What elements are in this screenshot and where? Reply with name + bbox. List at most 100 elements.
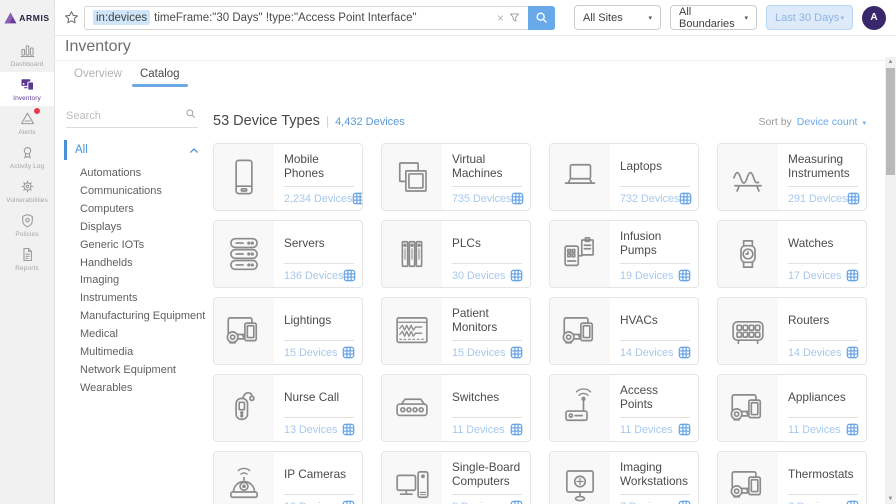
sidebar-item-dashboard[interactable]: Dashboard bbox=[0, 38, 54, 72]
scroll-up-arrow[interactable]: ▲ bbox=[885, 59, 896, 65]
chevron-up-icon[interactable] bbox=[189, 147, 199, 154]
grid-view-icon[interactable] bbox=[678, 500, 691, 504]
vertical-scrollbar[interactable]: ▲ ▼ bbox=[885, 57, 896, 504]
tab-overview[interactable]: Overview bbox=[65, 63, 131, 87]
sidebar-item-reports[interactable]: Reports bbox=[0, 242, 54, 276]
device-count[interactable]: 735 Devices bbox=[452, 193, 511, 205]
device-type-card-infusion-pumps[interactable]: Infusion Pumps 19 Devices bbox=[549, 220, 699, 288]
category-item-communications[interactable]: Communications bbox=[64, 183, 210, 201]
grid-view-icon[interactable] bbox=[847, 192, 860, 205]
armis-logo[interactable]: ARMIS bbox=[0, 0, 54, 36]
category-item-wearables[interactable]: Wearables bbox=[64, 380, 210, 398]
device-count[interactable]: 14 Devices bbox=[788, 347, 841, 359]
device-type-card-laptops[interactable]: Laptops 732 Devices bbox=[549, 143, 699, 211]
query-input[interactable]: in:devices timeFrame:"30 Days" !type:"Ac… bbox=[84, 6, 528, 30]
grid-view-icon[interactable] bbox=[510, 346, 523, 359]
device-count[interactable]: 14 Devices bbox=[620, 347, 673, 359]
grid-view-icon[interactable] bbox=[511, 192, 524, 205]
user-avatar[interactable]: A bbox=[862, 6, 886, 30]
category-item-displays[interactable]: Displays bbox=[64, 219, 210, 237]
sidebar-item-activity-log[interactable]: Activity Log bbox=[0, 140, 54, 174]
grid-view-icon[interactable] bbox=[352, 192, 363, 205]
device-type-card-switches[interactable]: Switches 11 Devices bbox=[381, 374, 531, 442]
device-type-card-nurse-call[interactable]: Nurse Call 13 Devices bbox=[213, 374, 363, 442]
device-type-card-imaging-workstations[interactable]: Imaging Workstations 7 Devices bbox=[549, 451, 699, 504]
grid-view-icon[interactable] bbox=[846, 269, 859, 282]
device-count[interactable]: 7 Devices bbox=[620, 501, 667, 504]
grid-view-icon[interactable] bbox=[343, 269, 356, 282]
device-type-card-watches[interactable]: Watches 17 Devices bbox=[717, 220, 867, 288]
filter-dropdown-all-boundaries[interactable]: All Boundaries ▾ bbox=[670, 5, 757, 30]
grid-view-icon[interactable] bbox=[678, 269, 691, 282]
category-item-generic-iots[interactable]: Generic IOTs bbox=[64, 237, 210, 255]
category-item-instruments[interactable]: Instruments bbox=[64, 290, 210, 308]
scroll-down-arrow[interactable]: ▼ bbox=[885, 496, 896, 502]
sidebar-item-policies[interactable]: Policies bbox=[0, 208, 54, 242]
device-type-card-thermostats[interactable]: Thermostats 6 Devices bbox=[717, 451, 867, 504]
grid-view-icon[interactable] bbox=[342, 500, 355, 504]
device-type-card-measuring-instruments[interactable]: Measuring Instruments 291 Devices bbox=[717, 143, 867, 211]
category-item-multimedia[interactable]: Multimedia bbox=[64, 344, 210, 362]
sidebar-item-vulnerabilities[interactable]: Vulnerabilities bbox=[0, 174, 54, 208]
filter-dropdown-last-30-days[interactable]: Last 30 Days ▾ bbox=[766, 5, 853, 30]
search-button[interactable] bbox=[528, 6, 555, 30]
device-type-card-hvacs[interactable]: HVACs 14 Devices bbox=[549, 297, 699, 365]
grid-view-icon[interactable] bbox=[846, 346, 859, 359]
category-item-medical[interactable]: Medical bbox=[64, 326, 210, 344]
device-count[interactable]: 6 Devices bbox=[788, 501, 835, 504]
device-type-card-ip-cameras[interactable]: IP Cameras 10 Devices bbox=[213, 451, 363, 504]
sort-control[interactable]: Sort by Device count ▾ bbox=[759, 116, 866, 128]
device-count[interactable]: 30 Devices bbox=[452, 270, 505, 282]
grid-view-icon[interactable] bbox=[342, 423, 355, 436]
device-count[interactable]: 9 Devices bbox=[452, 501, 499, 504]
category-all[interactable]: All bbox=[64, 141, 210, 159]
grid-view-icon[interactable] bbox=[510, 423, 523, 436]
device-count[interactable]: 10 Devices bbox=[284, 501, 337, 504]
favorite-star-icon[interactable] bbox=[61, 8, 81, 28]
category-item-handhelds[interactable]: Handhelds bbox=[64, 255, 210, 273]
filter-dropdown-all-sites[interactable]: All Sites ▾ bbox=[574, 5, 661, 30]
device-type-card-plcs[interactable]: PLCs 30 Devices bbox=[381, 220, 531, 288]
device-type-card-virtual-machines[interactable]: Virtual Machines 735 Devices bbox=[381, 143, 531, 211]
tab-catalog[interactable]: Catalog bbox=[131, 63, 189, 87]
device-type-card-single-board-computers[interactable]: Single-Board Computers 9 Devices bbox=[381, 451, 531, 504]
grid-view-icon[interactable] bbox=[679, 192, 692, 205]
filter-funnel-icon[interactable] bbox=[509, 12, 520, 23]
device-count[interactable]: 17 Devices bbox=[788, 270, 841, 282]
device-type-card-mobile-phones[interactable]: Mobile Phones 2,234 Devices bbox=[213, 143, 363, 211]
grid-view-icon[interactable] bbox=[510, 269, 523, 282]
device-type-card-servers[interactable]: Servers 136 Devices bbox=[213, 220, 363, 288]
device-type-card-access-points[interactable]: Access Points 11 Devices bbox=[549, 374, 699, 442]
devices-total[interactable]: 4,432 Devices bbox=[335, 116, 405, 128]
device-type-card-patient-monitors[interactable]: Patient Monitors 15 Devices bbox=[381, 297, 531, 365]
grid-view-icon[interactable] bbox=[510, 500, 523, 504]
category-item-automations[interactable]: Automations bbox=[64, 165, 210, 183]
scrollbar-thumb[interactable] bbox=[886, 68, 895, 175]
category-search-input[interactable] bbox=[66, 108, 178, 127]
sidebar-item-alerts[interactable]: Alerts bbox=[0, 106, 54, 140]
grid-view-icon[interactable] bbox=[678, 423, 691, 436]
device-count[interactable]: 11 Devices bbox=[452, 424, 505, 436]
grid-view-icon[interactable] bbox=[678, 346, 691, 359]
category-item-manufacturing-equipment[interactable]: Manufacturing Equipment bbox=[64, 308, 210, 326]
device-type-card-appliances[interactable]: Appliances 11 Devices bbox=[717, 374, 867, 442]
clear-query-icon[interactable]: × bbox=[497, 12, 504, 24]
device-count[interactable]: 19 Devices bbox=[620, 270, 673, 282]
grid-view-icon[interactable] bbox=[846, 423, 859, 436]
grid-view-icon[interactable] bbox=[342, 346, 355, 359]
category-item-network-equipment[interactable]: Network Equipment bbox=[64, 362, 210, 380]
device-type-card-lightings[interactable]: Lightings 15 Devices bbox=[213, 297, 363, 365]
device-count[interactable]: 136 Devices bbox=[284, 270, 343, 282]
device-count[interactable]: 15 Devices bbox=[452, 347, 505, 359]
device-count[interactable]: 732 Devices bbox=[620, 193, 679, 205]
device-type-card-routers[interactable]: Routers 14 Devices bbox=[717, 297, 867, 365]
device-count[interactable]: 13 Devices bbox=[284, 424, 337, 436]
device-count[interactable]: 291 Devices bbox=[788, 193, 847, 205]
sidebar-item-inventory[interactable]: Inventory bbox=[0, 72, 54, 106]
device-count[interactable]: 11 Devices bbox=[620, 424, 673, 436]
category-item-computers[interactable]: Computers bbox=[64, 201, 210, 219]
category-item-imaging[interactable]: Imaging bbox=[64, 272, 210, 290]
device-count[interactable]: 15 Devices bbox=[284, 347, 337, 359]
device-count[interactable]: 2,234 Devices bbox=[284, 193, 352, 205]
device-count[interactable]: 11 Devices bbox=[788, 424, 841, 436]
